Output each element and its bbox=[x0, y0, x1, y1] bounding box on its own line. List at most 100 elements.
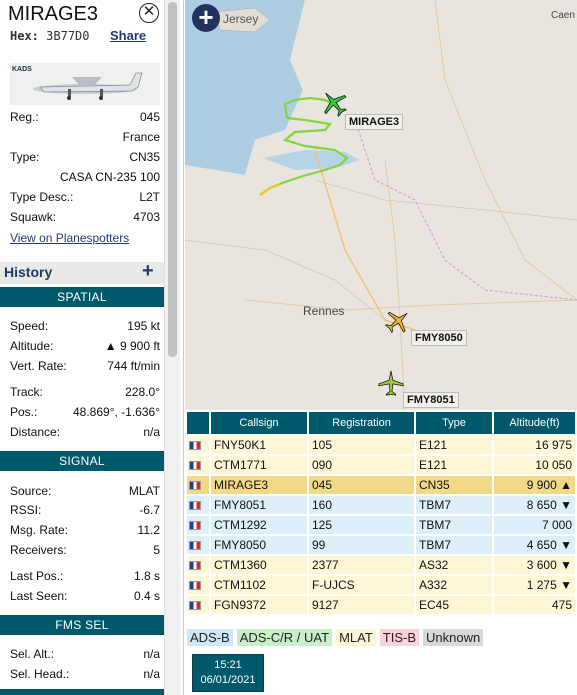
lastseen-label: Last Seen: bbox=[10, 589, 68, 603]
plane-fmy8051-icon[interactable] bbox=[377, 369, 405, 397]
msgrate-value: 11.2 bbox=[137, 523, 160, 537]
close-icon[interactable]: ✕ bbox=[139, 3, 159, 23]
lastseen-row: Last Seen: 0.4 s bbox=[10, 588, 160, 604]
plane-fmy8050-label[interactable]: FMY8050 bbox=[411, 330, 467, 346]
signal-section-header[interactable]: SIGNAL bbox=[0, 451, 164, 471]
squawk-row: Squawk: 4703 bbox=[10, 209, 160, 225]
type-full-row: CASA CN-235 100 bbox=[10, 169, 160, 185]
row-flag-icon bbox=[187, 596, 209, 614]
pos-row: Pos.: 48.869°, -1.636° bbox=[10, 404, 160, 420]
row-type: CN35 bbox=[416, 476, 492, 494]
plane-mirage3-label[interactable]: MIRAGE3 bbox=[345, 114, 404, 130]
spatial-section-header[interactable]: SPATIAL bbox=[0, 287, 164, 307]
share-link[interactable]: Share bbox=[110, 28, 146, 43]
history-expand-icon[interactable]: + bbox=[142, 260, 154, 283]
rssi-row: RSSI: -6.7 bbox=[10, 502, 160, 518]
source-legend: ADS-B ADS-C/R / UAT MLAT TIS-B Unknown bbox=[187, 629, 487, 646]
country-row: France bbox=[10, 129, 160, 145]
rssi-value: -6.7 bbox=[139, 503, 160, 517]
plane-fmy8050-icon[interactable] bbox=[384, 307, 412, 335]
table-row[interactable]: FMY8051 160 TBM7 8 650 ▼ bbox=[187, 496, 575, 514]
squawk-value: 4703 bbox=[133, 210, 160, 224]
france-flag-icon bbox=[189, 561, 201, 571]
row-registration: 105 bbox=[309, 436, 414, 454]
row-altitude: 9 900 ▲ bbox=[494, 476, 575, 494]
row-flag-icon bbox=[187, 436, 209, 454]
table-row[interactable]: FNY50K1 105 E121 16 975 bbox=[187, 436, 575, 454]
pos-label: Pos.: bbox=[10, 405, 38, 419]
receivers-label: Receivers: bbox=[10, 543, 67, 557]
lastpos-row: Last Pos.: 1.8 s bbox=[10, 568, 160, 584]
zoom-in-icon[interactable]: + bbox=[192, 4, 220, 32]
table-row[interactable]: CTM1102 F-UJCS A332 1 275 ▼ bbox=[187, 576, 575, 594]
plane-fmy8051-label[interactable]: FMY8051 bbox=[403, 392, 459, 408]
row-registration: 045 bbox=[309, 476, 414, 494]
distance-label: Distance: bbox=[10, 425, 61, 439]
row-callsign: CTM1360 bbox=[211, 556, 307, 574]
type-column-header[interactable]: Type bbox=[416, 412, 492, 434]
speed-label: Speed: bbox=[10, 319, 49, 333]
altitude-value: ▲ 9 900 ft bbox=[104, 339, 160, 353]
hex-label: Hex: bbox=[10, 29, 39, 43]
map-view[interactable]: Jersey Rennes Caen + MIRAGE3 FMY8050 FMY… bbox=[185, 0, 577, 410]
row-altitude: 3 600 ▼ bbox=[494, 556, 575, 574]
msgrate-row: Msg. Rate: 11.2 bbox=[10, 522, 160, 538]
row-type: E121 bbox=[416, 456, 492, 474]
photo-badge: KADS bbox=[12, 66, 32, 73]
callsign-column-header[interactable]: Callsign bbox=[211, 412, 307, 434]
hex-value: 3B77D0 bbox=[46, 29, 90, 43]
vrate-label: Vert. Rate: bbox=[10, 359, 67, 373]
row-type: TBM7 bbox=[416, 516, 492, 534]
row-callsign: CTM1102 bbox=[211, 576, 307, 594]
row-type: TBM7 bbox=[416, 536, 492, 554]
type-full-value: CASA CN-235 100 bbox=[59, 170, 160, 184]
lastpos-value: 1.8 s bbox=[133, 569, 160, 583]
track-label: Track: bbox=[10, 385, 43, 399]
sidebar-divider[interactable] bbox=[180, 0, 184, 695]
speed-value: 195 kt bbox=[127, 319, 160, 333]
source-row: Source: MLAT bbox=[10, 483, 160, 499]
altitude-row: Altitude: ▲ 9 900 ft bbox=[10, 338, 160, 354]
reg-row: Reg.: 045 bbox=[10, 109, 160, 125]
sel-alt-row: Sel. Alt.: n/a bbox=[10, 646, 160, 662]
flag-column-header[interactable] bbox=[187, 412, 209, 434]
row-flag-icon bbox=[187, 556, 209, 574]
lastpos-label: Last Pos.: bbox=[10, 569, 64, 583]
aircraft-photo[interactable]: KADS bbox=[10, 63, 160, 105]
registration-column-header[interactable]: Registration bbox=[309, 412, 414, 434]
aircraft-photo-image bbox=[10, 63, 160, 105]
row-altitude: 8 650 ▼ bbox=[494, 496, 575, 514]
row-flag-icon bbox=[187, 576, 209, 594]
receivers-value: 5 bbox=[153, 543, 160, 557]
table-row[interactable]: MIRAGE3 045 CN35 9 900 ▲ bbox=[187, 476, 575, 494]
speed-row: Speed: 195 kt bbox=[10, 318, 160, 334]
scrollbar-thumb[interactable] bbox=[168, 2, 177, 357]
table-row[interactable]: CTM1292 125 TBM7 7 000 bbox=[187, 516, 575, 534]
france-flag-icon bbox=[189, 521, 201, 531]
track-row: Track: 228.0° bbox=[10, 384, 160, 400]
aircraft-info-sidebar: MIRAGE3 ✕ Hex: 3B77D0 Share KADS Reg.: 0… bbox=[0, 0, 164, 695]
sidebar-scrollbar[interactable] bbox=[164, 0, 180, 695]
table-row[interactable]: CTM1771 090 E121 10 050 bbox=[187, 456, 575, 474]
sel-alt-label: Sel. Alt.: bbox=[10, 647, 55, 661]
timestamp-date: 06/01/2021 bbox=[200, 674, 256, 686]
source-value: MLAT bbox=[128, 484, 160, 498]
planespotters-link[interactable]: View on Planespotters bbox=[10, 231, 129, 245]
table-row[interactable]: CTM1360 2377 AS32 3 600 ▼ bbox=[187, 556, 575, 574]
altitude-column-header[interactable]: Altitude(ft) bbox=[494, 412, 575, 434]
row-registration: 2377 bbox=[309, 556, 414, 574]
row-callsign: MIRAGE3 bbox=[211, 476, 307, 494]
table-row[interactable]: FGN9372 9127 EC45 475 bbox=[187, 596, 575, 614]
vrate-value: 744 ft/min bbox=[107, 359, 160, 373]
row-altitude: 7 000 bbox=[494, 516, 575, 534]
aircraft-table: Callsign Registration Type Altitude(ft) … bbox=[185, 410, 577, 616]
legend-item: MLAT bbox=[336, 629, 376, 646]
table-row[interactable]: FMY8050 99 TBM7 4 650 ▼ bbox=[187, 536, 575, 554]
msgrate-label: Msg. Rate: bbox=[10, 523, 69, 537]
row-flag-icon bbox=[187, 496, 209, 514]
history-bar[interactable]: History + bbox=[0, 260, 164, 284]
legend-item: TIS-B bbox=[379, 629, 420, 646]
row-type: TBM7 bbox=[416, 496, 492, 514]
fms-section-header[interactable]: FMS SEL bbox=[0, 615, 164, 635]
lastseen-value: 0.4 s bbox=[133, 589, 160, 603]
